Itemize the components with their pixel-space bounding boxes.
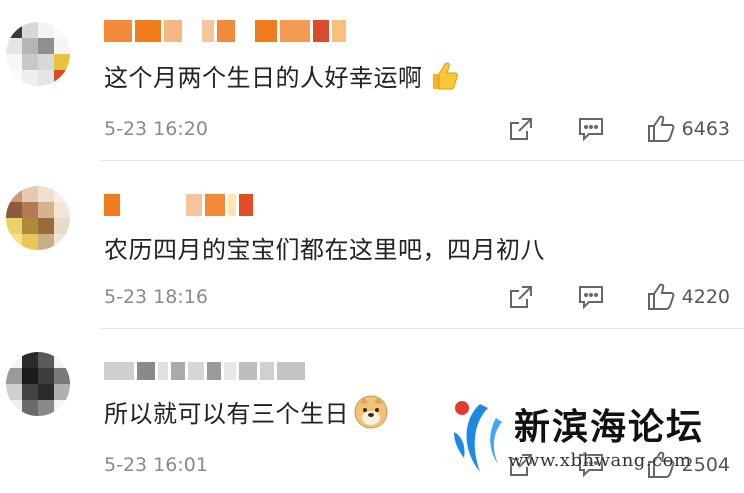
- like-count: 6463: [681, 118, 730, 140]
- avatar[interactable]: [6, 186, 70, 250]
- comment-time: 5-23 16:01: [104, 454, 208, 476]
- divider: [100, 328, 744, 329]
- like-count: 4220: [681, 286, 730, 308]
- comment-icon[interactable]: [576, 282, 606, 312]
- avatar[interactable]: [6, 352, 70, 416]
- like-button[interactable]: 6463: [646, 114, 730, 144]
- share-icon[interactable]: [506, 114, 536, 144]
- username[interactable]: [104, 362, 305, 380]
- comment-text-content: 这个月两个生日的人好幸运啊: [104, 64, 423, 92]
- watermark: 新滨海论坛 www.xbhwang.com: [448, 394, 744, 490]
- comment-text-content: 所以就可以有三个生日: [104, 400, 349, 428]
- comment-text: 农历四月的宝宝们都在这里吧，四月初八: [104, 236, 545, 264]
- thumbs-up-icon: [646, 114, 676, 144]
- comment-time: 5-23 18:16: [104, 286, 208, 308]
- share-icon[interactable]: [506, 282, 536, 312]
- site-logo-icon: [454, 401, 502, 472]
- comment-actions: 4220: [506, 282, 730, 312]
- doge-emoji: [353, 394, 389, 436]
- divider: [100, 160, 744, 161]
- comment-icon[interactable]: [576, 114, 606, 144]
- avatar[interactable]: [6, 22, 70, 86]
- comment-actions: 6463: [506, 114, 730, 144]
- thumbs-up-icon: [646, 282, 676, 312]
- like-button[interactable]: 4220: [646, 282, 730, 312]
- watermark-title: 新滨海论坛: [514, 407, 705, 448]
- watermark-url: www.xbhwang.com: [508, 450, 692, 471]
- comment-item: 这个月两个生日的人好幸运啊 5-23 16:20 6463: [0, 0, 744, 165]
- comment-text: 所以就可以有三个生日: [104, 394, 389, 436]
- username[interactable]: [104, 194, 253, 216]
- comment-time: 5-23 16:20: [104, 118, 208, 140]
- username[interactable]: [104, 20, 346, 42]
- comment-item: 农历四月的宝宝们都在这里吧，四月初八 5-23 18:16 4220: [0, 166, 744, 331]
- comment-text: 这个月两个生日的人好幸运啊: [104, 58, 461, 99]
- thumbs-up-emoji: [427, 59, 461, 99]
